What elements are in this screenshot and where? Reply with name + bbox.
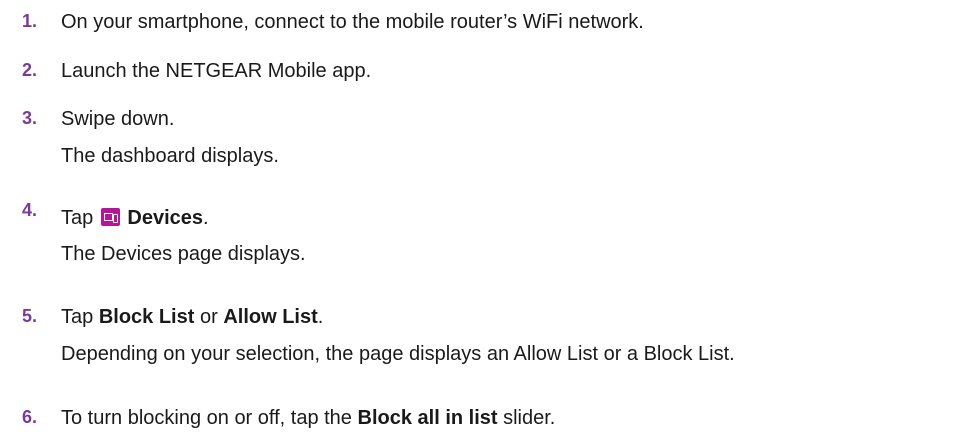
step-bold: Devices bbox=[127, 207, 203, 229]
step-text: To turn blocking on or off, tap the Bloc… bbox=[61, 406, 555, 430]
step-number: 1. bbox=[22, 11, 38, 31]
step-prefix: To turn blocking on or off, tap the bbox=[61, 407, 352, 429]
step-suffix: slider. bbox=[503, 407, 556, 429]
step-suffix: . bbox=[203, 207, 209, 229]
step-text: Launch the NETGEAR Mobile app. bbox=[61, 60, 372, 82]
devices-icon bbox=[100, 208, 120, 226]
step-number: 2. bbox=[22, 60, 38, 80]
step-number: 5. bbox=[22, 306, 38, 326]
step-text: On your smartphone, connect to the mobil… bbox=[61, 11, 644, 33]
step-number: 3. bbox=[22, 108, 38, 128]
step-text: Swipe down. bbox=[61, 108, 175, 130]
step-result: The Devices page displays. bbox=[61, 243, 306, 265]
step-middle: or bbox=[199, 306, 218, 328]
step-prefix: Tap bbox=[61, 207, 94, 229]
step-bold: Block List bbox=[98, 306, 195, 328]
step-result: Depending on your selection, the page di… bbox=[61, 343, 735, 365]
step-number: 6. bbox=[22, 407, 38, 427]
step-prefix: Tap bbox=[61, 306, 94, 328]
step-bold: Allow List bbox=[223, 306, 318, 328]
step-result: The dashboard displays. bbox=[61, 145, 279, 167]
step-text: Tap Devices. bbox=[61, 206, 209, 230]
step-text: Tap Block List or Allow List. bbox=[61, 305, 323, 329]
step-suffix: . bbox=[317, 306, 324, 328]
step-number: 4. bbox=[22, 200, 38, 220]
step-bold: Block all in list bbox=[357, 407, 498, 429]
